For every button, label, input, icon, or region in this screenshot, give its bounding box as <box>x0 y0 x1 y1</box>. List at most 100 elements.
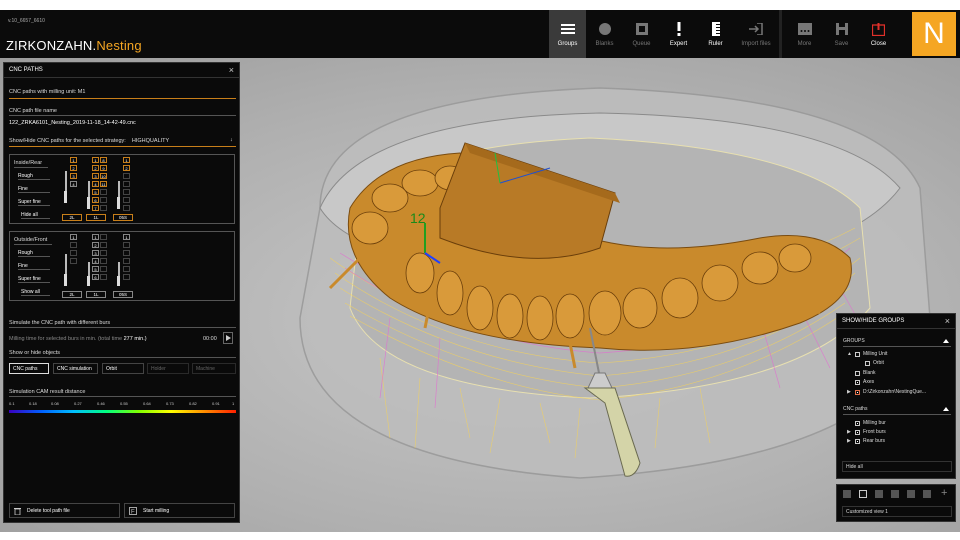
rough-button[interactable]: Rough <box>18 173 50 180</box>
collapse-cnc-icon[interactable] <box>943 407 949 411</box>
start-milling-button[interactable]: F Start milling <box>124 503 235 518</box>
blanks-button[interactable]: Blanks <box>586 10 623 58</box>
super-fine-button[interactable]: Super fine <box>18 276 50 283</box>
orbit-toggle[interactable]: Orbit <box>102 363 144 374</box>
fine-button[interactable]: Fine <box>18 263 50 270</box>
queue-button[interactable]: Queue <box>623 10 660 58</box>
show-hide-groups-panel: SHOW/HIDE GROUPS × GROUPS ▲ Milling Unit … <box>836 313 956 479</box>
view-preset-5-icon[interactable] <box>907 490 915 498</box>
bur-slot[interactable]: 1 <box>123 157 130 163</box>
bur-slot[interactable] <box>123 181 130 187</box>
bur-slot[interactable] <box>123 258 130 264</box>
bur-slot[interactable] <box>123 189 130 195</box>
bur-slot[interactable]: 11 <box>100 181 107 187</box>
bur-slot[interactable]: 3 <box>92 173 99 179</box>
collapse-groups-icon[interactable] <box>943 339 949 343</box>
bur-slot[interactable]: 2 <box>92 242 99 248</box>
more-button[interactable]: More <box>786 10 823 58</box>
view-preset-4-icon[interactable] <box>891 490 899 498</box>
bur-slot[interactable]: 4 <box>92 258 99 264</box>
fine-button[interactable]: Fine <box>18 186 50 193</box>
close-panel-icon[interactable]: × <box>945 316 950 326</box>
bur-slot[interactable]: 1 <box>70 234 77 240</box>
bur-slot[interactable] <box>123 173 130 179</box>
cnc-paths-toggle[interactable]: CNC paths <box>9 363 49 374</box>
play-button[interactable] <box>223 332 233 344</box>
group-axes[interactable]: Axes <box>855 379 874 385</box>
bur-slot[interactable]: 1 <box>123 234 130 240</box>
bur-slot[interactable]: 5 <box>92 266 99 272</box>
checkbox-icon <box>855 351 860 357</box>
add-view-icon[interactable]: + <box>941 487 947 499</box>
bur-slot[interactable] <box>70 250 77 256</box>
delete-tool-path-button[interactable]: Delete tool path file <box>9 503 120 518</box>
bur-slot[interactable] <box>123 274 130 280</box>
group-milling-unit[interactable]: ▲ Milling Unit <box>847 351 887 357</box>
groups-button[interactable]: Groups <box>549 10 586 58</box>
machine-toggle[interactable]: Machine <box>192 363 236 374</box>
view-preset-1-icon[interactable] <box>843 490 851 498</box>
hide-all-button[interactable]: Hide all <box>21 212 50 219</box>
bur-slot[interactable] <box>123 250 130 256</box>
bur-slot[interactable]: 1 <box>70 157 77 163</box>
view-name-input[interactable]: Customized view 1 <box>842 506 952 517</box>
bur-slot[interactable]: 4 <box>92 181 99 187</box>
bur-slot[interactable]: 4 <box>70 181 77 187</box>
divider <box>9 115 236 116</box>
bur-slot[interactable]: 1 <box>92 234 99 240</box>
bur-slot[interactable]: 10 <box>100 173 107 179</box>
close-button[interactable]: Close <box>860 10 897 58</box>
expert-button[interactable]: Expert <box>660 10 697 58</box>
super-fine-button[interactable]: Super fine <box>18 199 50 206</box>
bur-slot[interactable] <box>100 234 107 240</box>
rough-button[interactable]: Rough <box>18 250 50 257</box>
bur-slot[interactable]: 6 <box>92 197 99 203</box>
cnc-front-burs[interactable]: ▶ Front burs <box>847 429 886 435</box>
holder-toggle[interactable]: Holder <box>147 363 189 374</box>
bur-slot[interactable] <box>123 197 130 203</box>
cnc-simulation-toggle[interactable]: CNC simulation <box>53 363 98 374</box>
hide-all-groups-button[interactable]: Hide all <box>842 461 952 472</box>
save-button[interactable]: Save <box>823 10 860 58</box>
bur-slot[interactable]: 2 <box>92 165 99 171</box>
bur-slot[interactable]: 5 <box>92 189 99 195</box>
cnc-rear-burs[interactable]: ▶ Rear burs <box>847 438 885 444</box>
bur-slot[interactable] <box>100 258 107 264</box>
strategy-dropdown-icon[interactable]: ↓ <box>230 137 233 143</box>
ruler-button[interactable]: Ruler <box>697 10 734 58</box>
bur-slot[interactable] <box>100 205 107 211</box>
view-preset-6-icon[interactable] <box>923 490 931 498</box>
import-files-button[interactable]: Import files <box>734 10 778 58</box>
bur-slot[interactable]: 2 <box>123 165 130 171</box>
bur-slot[interactable] <box>100 274 107 280</box>
bur-slot[interactable] <box>70 258 77 264</box>
bur-slot[interactable] <box>100 266 107 272</box>
group-orbit[interactable]: Orbit <box>865 360 884 366</box>
bur-slot[interactable] <box>100 197 107 203</box>
view-preset-3-icon[interactable] <box>875 490 883 498</box>
bur-slot[interactable] <box>123 205 130 211</box>
show-all-button[interactable]: Show all <box>21 289 50 296</box>
bur-slot[interactable]: 8 <box>100 157 107 163</box>
cnc-milling-bur[interactable]: Milling bur <box>855 420 886 426</box>
scale-tick: 0.55 <box>120 401 128 406</box>
scale-tick: 0.46 <box>97 401 105 406</box>
bur-slot[interactable]: 3 <box>92 250 99 256</box>
bur-slot[interactable]: 1 <box>92 157 99 163</box>
close-panel-icon[interactable]: × <box>229 65 234 75</box>
bur-slot[interactable] <box>100 250 107 256</box>
group-blank[interactable]: Blank <box>855 370 876 376</box>
view-preset-2-icon[interactable] <box>859 490 867 498</box>
bur-slot[interactable] <box>123 242 130 248</box>
bur-slot[interactable]: 9 <box>100 165 107 171</box>
bur-slot[interactable] <box>100 189 107 195</box>
bur-slot[interactable] <box>123 266 130 272</box>
bur-slot[interactable]: 6 <box>92 274 99 280</box>
bur-slot[interactable]: 3 <box>70 173 77 179</box>
simulation-timer: 00:00 <box>203 336 217 342</box>
bur-slot[interactable] <box>70 242 77 248</box>
bur-slot[interactable]: 2 <box>70 165 77 171</box>
group-nesting-queue[interactable]: ▶ D:\Zirkonzahn\NestingQue... <box>847 389 926 395</box>
bur-slot[interactable] <box>100 242 107 248</box>
bur-slot[interactable]: 7 <box>92 205 99 211</box>
